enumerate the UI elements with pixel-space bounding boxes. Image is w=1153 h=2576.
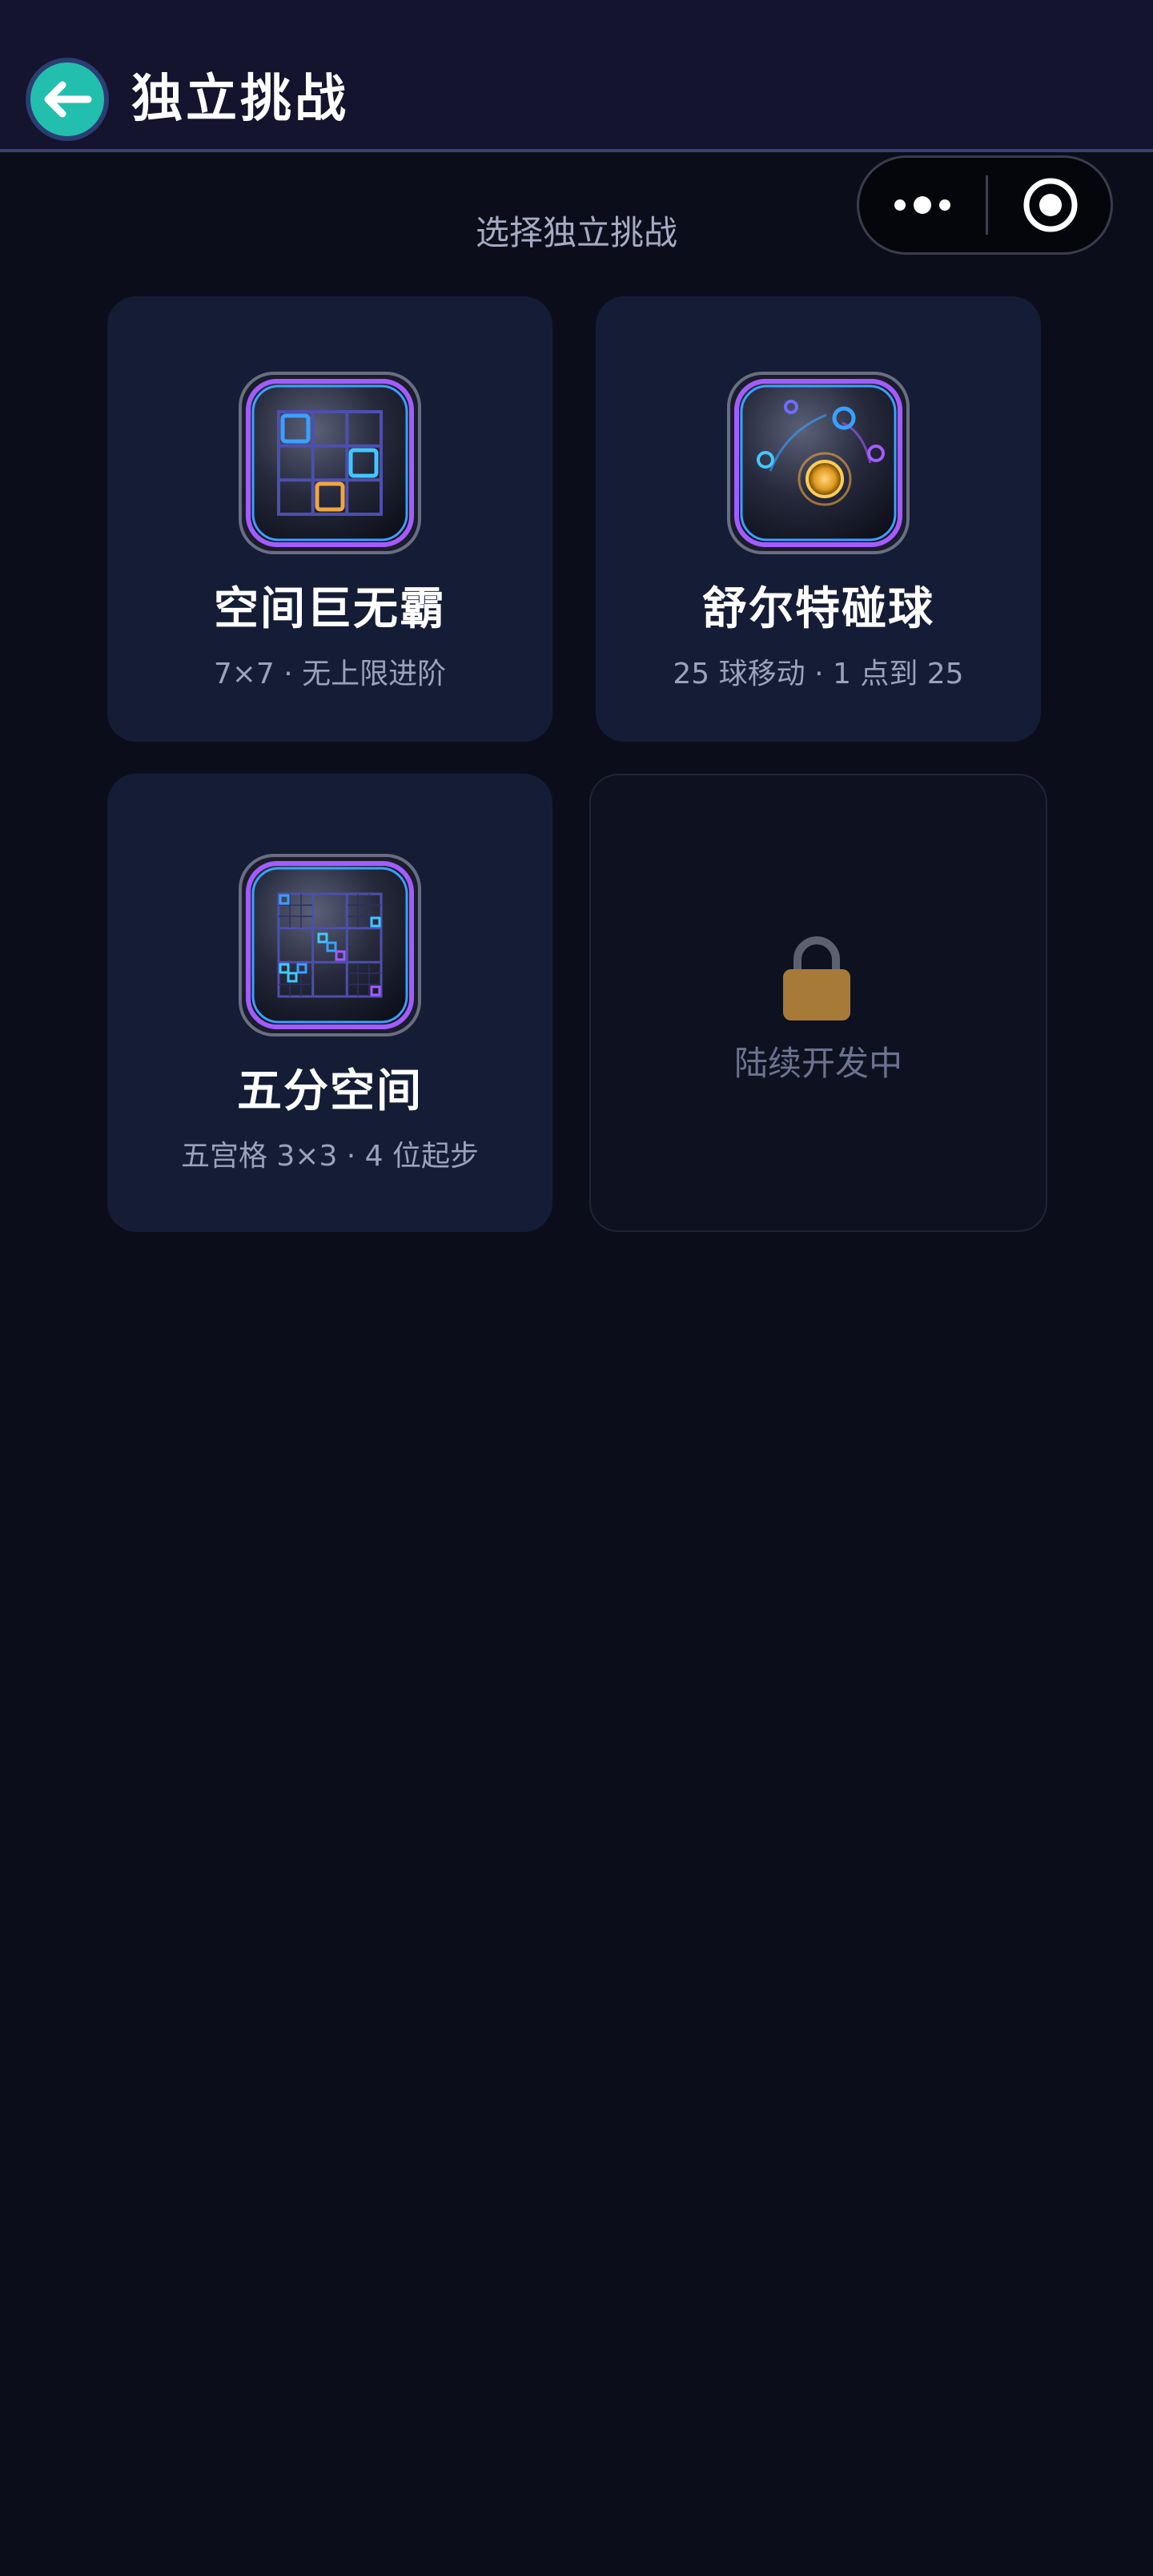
grid-puzzle-icon <box>239 372 421 554</box>
card-title: 舒尔特碰球 <box>702 583 934 635</box>
arrow-left-icon <box>44 81 92 118</box>
card-description: 25 球移动 · 1 点到 25 <box>673 658 964 690</box>
locked-card: 陆续开发中 <box>589 774 1047 1232</box>
challenge-card-schulte-balls[interactable]: 舒尔特碰球 25 球移动 · 1 点到 25 <box>596 296 1041 742</box>
locked-label: 陆续开发中 <box>733 1044 902 1083</box>
card-title: 五分空间 <box>237 1065 423 1117</box>
five-grid-icon <box>239 854 421 1036</box>
nav-header: 独立挑战 <box>0 0 1153 152</box>
back-button[interactable] <box>26 58 109 141</box>
lock-icon <box>783 936 850 1020</box>
card-description: 五宫格 3×3 · 4 位起步 <box>180 1140 480 1173</box>
section-subtitle: 选择独立挑战 <box>475 213 677 252</box>
card-title: 空间巨无霸 <box>214 583 446 635</box>
page-title: 独立挑战 <box>131 70 349 129</box>
challenge-card-five-space[interactable]: 五分空间 五宫格 3×3 · 4 位起步 <box>107 774 552 1232</box>
card-description: 7×7 · 无上限进阶 <box>213 658 447 690</box>
bouncing-balls-icon <box>727 372 910 554</box>
challenge-card-space-giant[interactable]: 空间巨无霸 7×7 · 无上限进阶 <box>107 296 552 742</box>
